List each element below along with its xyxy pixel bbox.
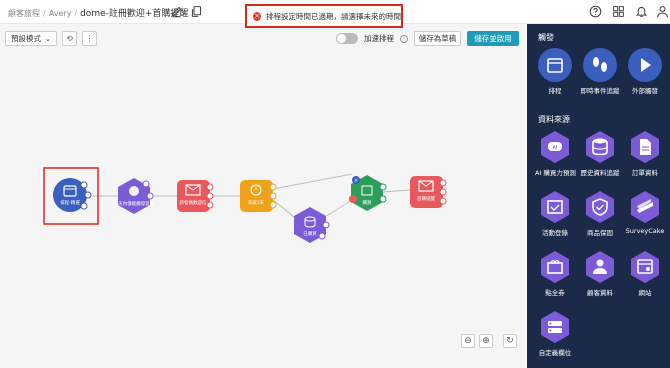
zoom-out-icon: ⊖ [464,336,472,346]
error-icon: × [253,11,261,21]
tile-website[interactable]: 網站 [625,250,665,297]
node-label: 已購買 [303,230,317,237]
tile-event-registration[interactable]: 活動登錄 [535,190,575,237]
tile-ai-prediction[interactable]: AI AI 購買力預測 [535,130,576,177]
flow-node-filter[interactable]: 一天內僅能觸發首購 [114,178,155,214]
breadcrumb-item[interactable]: 顧客旅程 [8,9,40,18]
database-icon [583,130,617,164]
calendar-icon [538,48,572,82]
svg-text:AI: AI [553,145,558,151]
tile-surveycake[interactable]: SurveyCake [625,190,665,235]
coupon-icon [538,250,572,284]
flow-node-wait[interactable]: 等候1天 [240,180,277,212]
footprints-icon [583,48,617,82]
node-label: 一天內僅能觸發首購 [114,200,155,207]
tile-label: 商品保固 [587,229,613,237]
flow-diagram: 排程-精選 一天內僅能觸發首購 新會員歡迎信 等候1天 已購買 購買 × 首購提… [43,167,447,243]
tile-coupon[interactable]: 點全券 [535,250,575,297]
tile-label: 活動登錄 [542,229,568,237]
tile-order-data[interactable]: 訂單資料 [625,130,665,177]
user-icon[interactable] [656,5,669,18]
tile-label: AI 購買力預測 [535,169,576,177]
play-icon [628,48,662,82]
node-label: 等候1天 [248,199,265,206]
apps-grid-icon[interactable] [612,5,625,18]
tile-label: 訂單資料 [632,169,658,177]
tile-custom-field[interactable]: 自定義欄位 [535,310,575,357]
help-icon[interactable] [589,5,602,18]
alert-message: 排程設定時間已過期，請選擇未來的時間 [266,11,401,21]
refresh-icon: ↻ [506,336,514,346]
tile-customer-data[interactable]: 顧客資料 [580,250,620,297]
document-icon [628,130,662,164]
node-label: 首購提醒 [417,195,435,202]
user-icon [583,250,617,284]
tile-external-trigger[interactable]: 外部觸發 [625,48,665,95]
tile-label: 歷史資料追蹤 [580,169,620,177]
website-icon [628,250,662,284]
edit-icon[interactable] [170,5,183,18]
event-icon [538,190,572,224]
tile-label: 即時事件追蹤 [580,87,620,95]
tile-label: 點全券 [545,289,565,297]
svg-text:×: × [354,178,358,184]
node-label: 新會員歡迎信 [180,199,207,206]
error-alert: × 排程設定時間已過期，請選擇未來的時間 [245,4,403,28]
bell-icon[interactable] [635,5,648,18]
tile-warranty[interactable]: 商品保固 [580,190,620,237]
shield-icon [583,190,617,224]
tile-label: 顧客資料 [587,289,613,297]
tile-history-tracking[interactable]: 歷史資料追蹤 [580,130,620,177]
zoom-in-icon: ⊕ [482,336,490,346]
tile-label: 排程 [548,87,562,95]
surveycake-icon [628,190,662,224]
component-panel: 觸發 排程 即時事件追蹤 外部觸發 資料來源 AI AI 購買力預測 歷史資料追… [527,24,670,368]
node-label: 購買 [363,199,372,206]
reset-view-button[interactable]: ↻ [503,334,517,348]
tile-label: SurveyCake [625,227,665,235]
flow-node-purchased[interactable]: 已購買 [294,207,330,243]
flow-node-purchase[interactable]: 購買 × [349,175,387,211]
custom-field-icon [538,310,572,344]
flow-node-schedule[interactable]: 排程-精選 [53,178,92,212]
tile-label: 外部觸發 [632,87,658,95]
tile-label: 自定義欄位 [538,349,572,357]
flow-canvas[interactable]: 預設模式 ⌄ ⟲ ⋮ 加速排程 i 儲存為草稿 儲存並啟用 排程-精選 一天內僅… [0,24,527,368]
section-title-trigger: 觸發 [538,33,554,42]
zoom-out-button[interactable]: ⊖ [461,334,475,348]
tile-label: 網站 [638,289,652,297]
breadcrumb: 顧客旅程 / Avery / dome-註冊歡迎+首購提醒 [8,9,189,19]
flow-node-welcome-email[interactable]: 新會員歡迎信 [177,180,214,212]
tile-schedule[interactable]: 排程 [535,48,575,95]
breadcrumb-item[interactable]: Avery [49,9,72,18]
flow-node-first-purchase-email[interactable]: 首購提醒 [410,176,447,208]
ai-cloud-icon: AI [538,130,572,164]
section-title-data-source: 資料來源 [538,115,570,124]
node-label: 排程-精選 [60,199,80,206]
tile-realtime-event[interactable]: 即時事件追蹤 [580,48,620,95]
zoom-in-button[interactable]: ⊕ [479,334,493,348]
copy-icon[interactable] [190,5,203,18]
